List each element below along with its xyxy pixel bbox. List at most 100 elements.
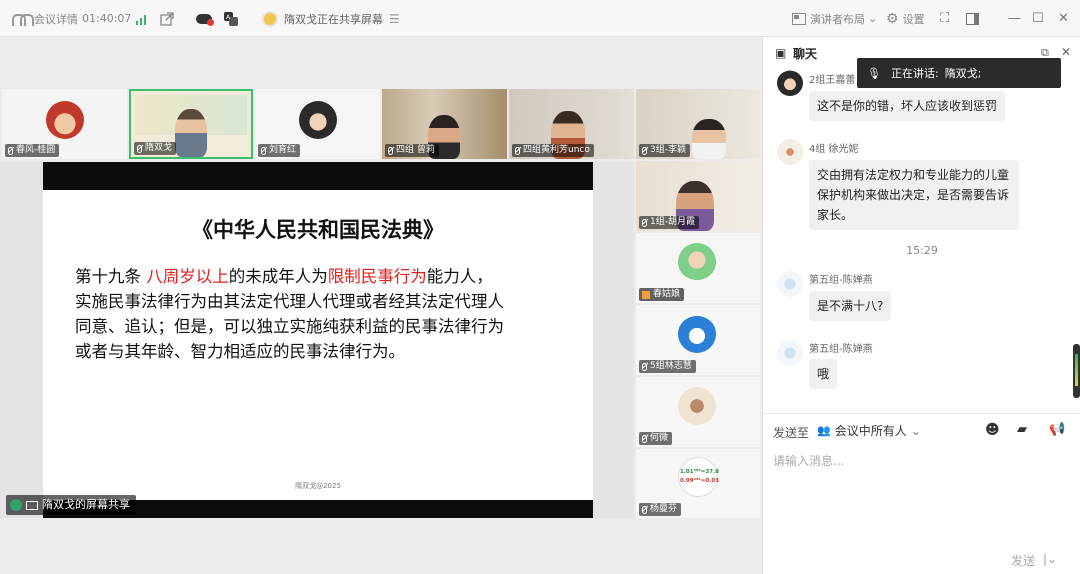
megaphone-icon[interactable]: 📢 [1049, 422, 1065, 437]
avatar-text-line2: 0.99³⁶⁵=0.03 [680, 478, 719, 484]
avatar [678, 243, 716, 281]
gear-icon: ⚙ [886, 10, 899, 27]
meeting-details-button[interactable]: 会议详情 [12, 0, 78, 37]
translate-icon[interactable]: A [223, 0, 239, 37]
participant-tile[interactable]: 四组 曾莉 [382, 89, 507, 159]
participant-tile[interactable]: 春风-桂圆 [2, 89, 127, 159]
people-icon: 👥 [817, 424, 831, 437]
participant-tile[interactable]: 刘育红 [255, 89, 380, 159]
chat-icon: ▣ [775, 46, 787, 60]
mic-icon: 🎙 [867, 66, 881, 80]
participant-label: 5组林志慧 [639, 360, 696, 373]
slide-title: 《中华人民共和国民法典》 [192, 217, 444, 242]
participant-tile[interactable]: 1.01³⁶⁵=37.8 0.99³⁶⁵=0.03 杨曼芬 [636, 449, 760, 518]
folder-icon[interactable]: ▰ [1017, 422, 1027, 437]
speaking-label: 正在讲话: [890, 67, 939, 80]
meeting-details-label: 会议详情 [34, 12, 78, 26]
fullscreen-icon[interactable]: ⛶ [940, 0, 949, 37]
mic-muted-icon [515, 146, 520, 155]
participant-label: 隋双戈 [134, 142, 177, 155]
message-sender: 4组 徐光妮 [809, 144, 859, 155]
mic-muted-icon [137, 144, 142, 153]
avatar [678, 387, 716, 425]
mic-muted-icon [642, 434, 647, 443]
recipient-value: 会议中所有人 [834, 424, 907, 438]
participant-tile[interactable]: 5组林志慧 [636, 305, 760, 375]
mic-muted-icon [642, 218, 647, 227]
participant-tile[interactable]: 3组-李颖 [636, 89, 760, 159]
participant-tile[interactable]: 何微 [636, 377, 760, 447]
host-icon [642, 290, 650, 299]
send-button[interactable]: 发送 |⌄ [1011, 552, 1057, 569]
screen-share-label: 隋双戈的屏幕共享 [6, 495, 136, 515]
layout-button[interactable]: 演讲者布局 ⌄ [792, 0, 877, 37]
sharing-notice-text: 隋双戈正在共享屏幕 [284, 12, 383, 26]
chat-message: 是不满十八? [809, 291, 892, 321]
participant-label: 春风-桂圆 [5, 144, 60, 157]
list-icon: ☰ [389, 11, 400, 26]
mic-muted-icon [261, 146, 266, 155]
sharer-avatar-icon [262, 10, 278, 27]
audio-level-indicator [1073, 344, 1080, 398]
top-bar: 会议详情 01:40:07 A 隋双戈正在共享屏幕 ☰ 演讲者布局 ⌄ ⚙ 设置… [0, 0, 1080, 37]
signal-icon [136, 0, 146, 37]
participant-tile[interactable]: 1组-胡月霞 [636, 161, 760, 231]
participant-video [692, 119, 726, 159]
participant-label: 何微 [639, 432, 673, 445]
message-sender: 2组王嘉蕾 [809, 75, 856, 86]
participant-label: 四组黄利芳unco [512, 144, 594, 157]
maximize-icon[interactable]: ☐ [1032, 0, 1044, 37]
sharing-notice[interactable]: 隋双戈正在共享屏幕 ☰ [262, 0, 400, 37]
message-sender: 第五组-陈婵燕 [809, 275, 873, 286]
close-chat-icon[interactable]: ✕ [1061, 45, 1071, 59]
message-input[interactable]: 请输入消息... [773, 452, 1069, 542]
send-button-label: 发送 [1011, 554, 1036, 568]
chat-message: 这不是你的错，坏人应该收到惩罚 [809, 91, 1006, 121]
participant-label: 春姑娘 [639, 288, 685, 301]
participant-label: 四组 曾莉 [385, 144, 439, 157]
close-icon[interactable]: ✕ [1058, 0, 1069, 37]
participant-tile[interactable]: 四组黄利芳unco [509, 89, 634, 159]
recipient-select[interactable]: 👥 会议中所有人 ⌄ [817, 422, 921, 439]
participant-label: 3组-李颖 [639, 144, 690, 157]
avatar [678, 315, 716, 353]
avatar [777, 271, 803, 297]
app-logo-icon [12, 13, 34, 26]
cloud-record-icon[interactable] [196, 0, 214, 37]
emoji-icon[interactable]: ☻ [985, 422, 1000, 438]
settings-label: 设置 [902, 12, 925, 26]
screen-icon [26, 500, 38, 510]
chevron-down-icon: ⌄ [910, 423, 921, 438]
active-speaker-banner: 🎙 正在讲话: 隋双戈; [857, 58, 1061, 88]
participant-label: 1组-胡月霞 [639, 216, 699, 229]
slide-letterbox-top [43, 162, 593, 190]
speaking-name: 隋双戈; [944, 67, 982, 80]
participant-label: 杨曼芬 [639, 503, 682, 516]
layout-label: 演讲者布局 [810, 12, 865, 26]
sidebar-toggle-icon[interactable] [966, 0, 979, 37]
shared-slide: 《中华人民共和国民法典》 第十九条 八周岁以上的未成年人为限制民事行为能力人， … [43, 190, 593, 500]
speaker-video [175, 109, 207, 157]
avatar [777, 340, 803, 366]
avatar: 1.01³⁶⁵=37.8 0.99³⁶⁵=0.03 [678, 457, 719, 497]
mic-muted-icon [642, 146, 647, 155]
send-options-icon[interactable]: |⌄ [1043, 552, 1057, 569]
mic-muted-icon [388, 146, 393, 155]
participant-tile-active-speaker[interactable]: 隋双戈 [129, 89, 253, 159]
sharer-icon [10, 499, 22, 511]
mic-muted-icon [8, 146, 13, 155]
time-separator: 15:29 [906, 244, 938, 257]
chevron-down-icon: ⌄ [868, 12, 878, 25]
avatar [777, 70, 803, 96]
chat-message: 交由拥有法定权力和专业能力的儿童 保护机构来做出决定，是否需要告诉 家长。 [809, 160, 1019, 230]
send-to-label: 发送至 [773, 426, 810, 440]
popout-icon[interactable] [160, 0, 174, 37]
chat-input-area: 发送至 👥 会议中所有人 ⌄ ☻ ▰ 📢 请输入消息... 发送 |⌄ [763, 413, 1080, 574]
settings-button[interactable]: ⚙ 设置 [886, 0, 925, 37]
participant-label: 刘育红 [258, 144, 301, 157]
meeting-timer: 01:40:07 [82, 12, 132, 25]
participant-tile[interactable]: 春姑娘 [636, 233, 760, 303]
message-sender: 第五组-陈婵燕 [809, 344, 873, 355]
slide-body: 第十九条 八周岁以上的未成年人为限制民事行为能力人， 实施民事法律行为由其法定代… [75, 267, 504, 361]
minimize-icon[interactable]: — [1008, 0, 1021, 37]
